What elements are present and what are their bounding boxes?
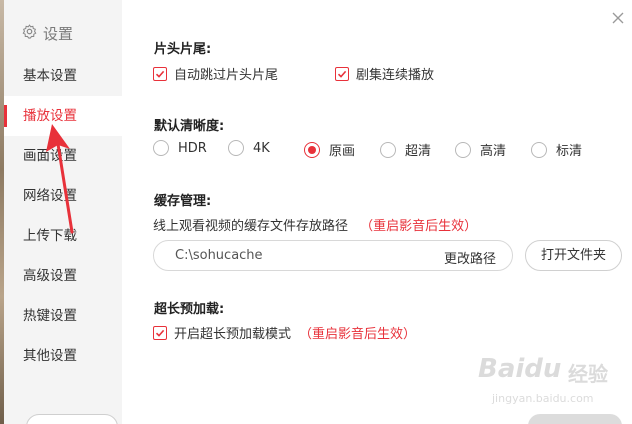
resolution-radio-standard[interactable]: 标清 xyxy=(531,140,582,159)
sidebar-title: 设置 xyxy=(22,20,73,46)
skip-opening-checkbox[interactable]: 自动跳过片头片尾 xyxy=(153,64,278,83)
settings-sidebar: 设置 基本设置 播放设置 画面设置 网络设置 上传下载 高级设置 热键设置 其他… xyxy=(4,0,122,424)
open-folder-button[interactable]: 打开文件夹 xyxy=(525,240,622,271)
resolution-radio-hdr[interactable]: HDR xyxy=(153,140,207,156)
radio-circle xyxy=(228,140,244,156)
checkbox-label: 开启超长预加载模式 xyxy=(174,327,292,342)
checkbox-box xyxy=(153,66,167,81)
sidebar-item-advanced[interactable]: 高级设置 xyxy=(4,256,122,296)
radio-circle xyxy=(455,141,471,158)
watermark-brand-cn: 经验 xyxy=(568,362,608,386)
long-preload-checkbox[interactable]: 开启超长预加载模式 （重启影音后生效） xyxy=(153,323,416,342)
check-icon xyxy=(155,329,165,337)
sidebar-item-label: 网络设置 xyxy=(23,188,77,204)
radio-circle xyxy=(304,141,320,158)
sidebar-item-picture[interactable]: 画面设置 xyxy=(4,136,122,176)
sidebar-item-label: 基本设置 xyxy=(23,68,77,84)
checkbox-label: 剧集连续播放 xyxy=(356,68,435,83)
checkbox-label: 自动跳过片头片尾 xyxy=(174,68,279,83)
sidebar-item-label: 画面设置 xyxy=(23,148,77,164)
continuous-play-checkbox[interactable]: 剧集连续播放 xyxy=(335,64,434,83)
opening-section-title: 片头片尾: xyxy=(154,42,212,57)
cache-section-title: 缓存管理: xyxy=(154,194,212,209)
radio-label: HDR xyxy=(178,140,207,156)
sidebar-bottom-button[interactable] xyxy=(26,414,118,424)
sidebar-item-other[interactable]: 其他设置 xyxy=(4,336,122,376)
resolution-radio-super[interactable]: 超清 xyxy=(380,140,431,159)
cache-description: 线上观看视频的缓存文件存放路径 （重启影音后生效） xyxy=(153,215,477,234)
check-icon xyxy=(155,70,165,78)
change-path-button[interactable]: 更改路径 xyxy=(444,248,496,267)
radio-label: 高清 xyxy=(480,144,507,159)
cache-path-value: C:\sohucache xyxy=(175,248,263,263)
checkbox-box xyxy=(335,66,349,81)
sidebar-title-label: 设置 xyxy=(43,24,74,43)
sidebar-item-label: 高级设置 xyxy=(23,268,77,284)
gear-icon xyxy=(22,23,43,43)
cache-description-text: 线上观看视频的缓存文件存放路径 xyxy=(153,219,349,234)
radio-circle xyxy=(531,141,547,158)
resolution-radio-4k[interactable]: 4K xyxy=(228,140,270,156)
sidebar-item-basic[interactable]: 基本设置 xyxy=(4,56,122,96)
radio-circle xyxy=(380,141,396,158)
sidebar-item-label: 播放设置 xyxy=(23,108,77,124)
radio-label: 4K xyxy=(253,140,270,156)
restart-note: （重启影音后生效） xyxy=(299,327,417,342)
resolution-radio-original[interactable]: 原画 xyxy=(304,140,355,159)
bottom-action-button[interactable] xyxy=(528,414,622,424)
check-icon xyxy=(337,70,347,78)
radio-label: 超清 xyxy=(405,144,432,159)
baidu-watermark: Baidu 经验 jingyan.baidu.com xyxy=(470,352,620,412)
sidebar-item-label: 上传下载 xyxy=(23,228,77,244)
resolution-section-title: 默认清晰度: xyxy=(154,119,225,134)
sidebar-item-hotkeys[interactable]: 热键设置 xyxy=(4,296,122,336)
radio-circle xyxy=(153,140,169,156)
watermark-brand: Baidu xyxy=(478,354,562,384)
watermark-url: jingyan.baidu.com xyxy=(492,392,594,405)
resolution-radio-high[interactable]: 高清 xyxy=(455,140,506,159)
sidebar-item-transfer[interactable]: 上传下载 xyxy=(4,216,122,256)
preload-section-title: 超长预加载: xyxy=(154,302,225,317)
active-indicator xyxy=(4,105,7,127)
radio-label: 标清 xyxy=(556,144,583,159)
close-icon[interactable] xyxy=(610,10,626,26)
checkbox-box xyxy=(153,325,167,340)
cache-path-field[interactable]: C:\sohucache 更改路径 xyxy=(153,240,513,271)
radio-label: 原画 xyxy=(329,144,356,159)
sidebar-item-playback[interactable]: 播放设置 xyxy=(4,96,122,136)
sidebar-item-label: 其他设置 xyxy=(23,348,77,364)
restart-note: （重启影音后生效） xyxy=(360,219,478,234)
sidebar-item-label: 热键设置 xyxy=(23,308,77,324)
sidebar-item-network[interactable]: 网络设置 xyxy=(4,176,122,216)
